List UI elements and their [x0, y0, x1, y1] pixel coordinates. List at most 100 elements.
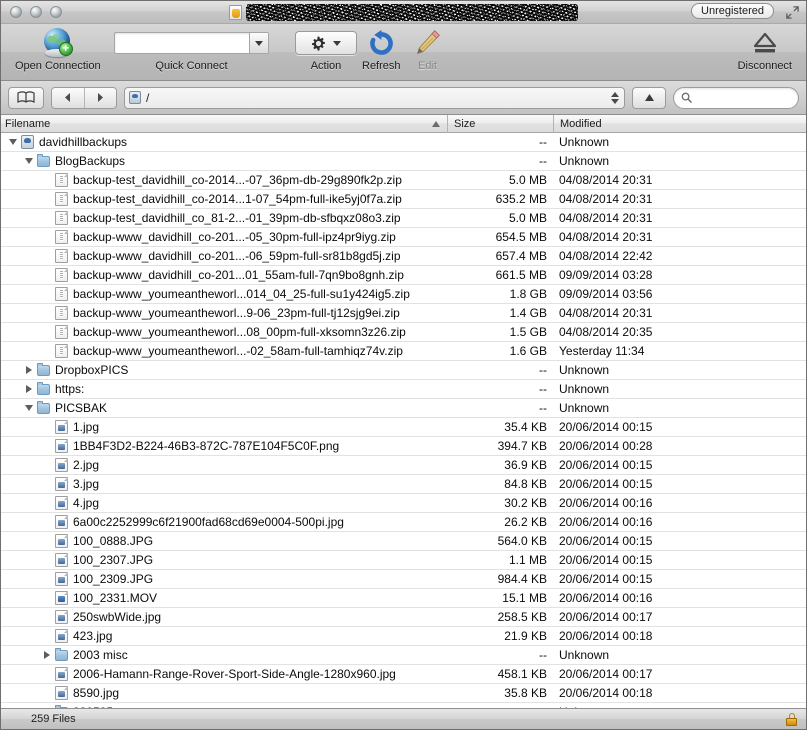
table-row[interactable]: 1BB4F3D2-B224-46B3-872C-787E104F5C0F.png…	[1, 437, 806, 456]
triangle-right-icon	[43, 651, 50, 659]
table-row[interactable]: 100_0888.JPG 564.0 KB 20/06/2014 00:15	[1, 532, 806, 551]
file-modified-cell: 04/08/2014 20:31	[559, 173, 653, 187]
minimize-button[interactable]	[30, 6, 42, 18]
action-button[interactable]: Action	[295, 27, 357, 72]
path-field[interactable]: /	[124, 86, 625, 109]
unregistered-badge[interactable]: Unregistered	[691, 3, 774, 19]
table-row[interactable]: 3.jpg 84.8 KB 20/06/2014 00:15	[1, 475, 806, 494]
main-toolbar: + Open Connection Quick Connect Action R…	[1, 24, 806, 81]
close-button[interactable]	[10, 6, 22, 18]
table-row[interactable]: BlogBackups -- Unknown	[1, 152, 806, 171]
table-row[interactable]: DropboxPICS -- Unknown	[1, 361, 806, 380]
table-row[interactable]: backup-test_davidhill_co-2014...-07_36pm…	[1, 171, 806, 190]
table-row[interactable]: backup-test_davidhill_co_81-2...-01_39pm…	[1, 209, 806, 228]
table-row[interactable]: 4.jpg 30.2 KB 20/06/2014 00:16	[1, 494, 806, 513]
edit-button[interactable]: Edit	[413, 27, 442, 72]
disconnect-button[interactable]: Disconnect	[738, 27, 792, 72]
table-row[interactable]: backup-www_youmeantheworl...014_04_25-fu…	[1, 285, 806, 304]
table-row[interactable]: 423.jpg 21.9 KB 20/06/2014 00:18	[1, 627, 806, 646]
image-file-icon	[55, 420, 68, 434]
file-size-cell: --	[539, 382, 547, 396]
file-list[interactable]: davidhillbackups -- Unknown BlogBackups -- Un…	[1, 133, 806, 708]
triangle-down-icon	[24, 405, 33, 411]
window-titlebar: Unregistered	[1, 1, 806, 24]
file-modified-cell: 04/08/2014 20:31	[559, 230, 653, 244]
file-size-cell: 1.6 GB	[509, 344, 547, 358]
table-row[interactable]: backup-www_youmeantheworl...-02_58am-ful…	[1, 342, 806, 361]
file-size-cell: 657.4 MB	[495, 249, 547, 263]
table-row[interactable]: https: -- Unknown	[1, 380, 806, 399]
table-row[interactable]: backup-www_davidhill_co-201...-06_59pm-f…	[1, 247, 806, 266]
table-row[interactable]: 880505 --Unknown	[1, 703, 806, 708]
open-connection-icon: +	[43, 27, 73, 59]
gear-icon	[312, 36, 325, 50]
forward-button[interactable]	[85, 88, 117, 108]
server-icon	[129, 91, 141, 104]
path-text: /	[146, 90, 150, 105]
disclosure-triangle-closed-icon[interactable]	[41, 707, 52, 709]
table-row[interactable]: 250swbWide.jpg 258.5 KB 20/06/2014 00:17	[1, 608, 806, 627]
quick-connect-input[interactable]	[114, 32, 269, 54]
refresh-button[interactable]: Refresh	[362, 27, 401, 72]
back-button[interactable]	[52, 87, 85, 108]
disclosure-triangle-closed-icon[interactable]	[41, 650, 52, 661]
file-name-cell: 880505	[1, 705, 447, 708]
file-name-label: backup-test_davidhill_co-2014...-07_36pm…	[73, 173, 402, 187]
file-name-cell: BlogBackups	[1, 154, 447, 168]
file-name-cell: backup-test_davidhill_co_81-2...-01_39pm…	[1, 211, 447, 225]
table-row[interactable]: 8590.jpg 35.8 KB 20/06/2014 00:18	[1, 684, 806, 703]
file-name-cell: 3.jpg	[1, 477, 447, 491]
disclosure-triangle-open-icon[interactable]	[23, 403, 34, 414]
table-row[interactable]: davidhillbackups -- Unknown	[1, 133, 806, 152]
fullscreen-icon[interactable]	[785, 5, 800, 20]
table-row[interactable]: 2003 misc -- Unknown	[1, 646, 806, 665]
table-row[interactable]: 100_2307.JPG 1.1 MB 20/06/2014 00:15	[1, 551, 806, 570]
table-row[interactable]: backup-www_youmeantheworl...9-06_23pm-fu…	[1, 304, 806, 323]
file-name-label: 4.jpg	[73, 496, 100, 510]
search-field[interactable]	[673, 86, 799, 109]
table-row[interactable]: 100_2331.MOV 15.1 MB 20/06/2014 00:16	[1, 589, 806, 608]
file-modified-cell: 04/08/2014 20:35	[559, 325, 653, 339]
table-row[interactable]: 1.jpg 35.4 KB 20/06/2014 00:15	[1, 418, 806, 437]
disclosure-triangle-closed-icon[interactable]	[23, 365, 34, 376]
table-row[interactable]: backup-www_youmeantheworl...08_00pm-full…	[1, 323, 806, 342]
file-name-label: 3.jpg	[73, 477, 100, 491]
column-header-modified[interactable]: Modified	[553, 114, 806, 133]
quick-connect-dropdown-button[interactable]	[249, 33, 268, 53]
table-row[interactable]: 2006-Hamann-Range-Rover-Sport-Side-Angle…	[1, 665, 806, 684]
image-file-icon	[55, 667, 68, 681]
folder-icon	[37, 401, 50, 414]
refresh-label: Refresh	[362, 60, 401, 72]
file-name-label: 100_2331.MOV	[73, 591, 158, 605]
search-input[interactable]	[696, 89, 792, 106]
table-row[interactable]: backup-www_davidhill_co-201...-05_30pm-f…	[1, 228, 806, 247]
column-header-filename[interactable]: Filename	[1, 115, 447, 133]
bookmarks-button[interactable]	[8, 86, 44, 109]
file-size-cell: --	[539, 154, 547, 168]
chevron-right-icon	[97, 93, 103, 102]
column-header-size[interactable]: Size	[447, 114, 553, 133]
file-size-cell: --	[539, 648, 547, 662]
go-up-button[interactable]	[632, 86, 666, 109]
path-stepper[interactable]	[608, 90, 621, 106]
table-row[interactable]: backup-www_davidhill_co-201...01_55am-fu…	[1, 266, 806, 285]
disclosure-triangle-closed-icon[interactable]	[23, 384, 34, 395]
quick-connect-label: Quick Connect	[155, 60, 228, 72]
stepper-down-icon	[610, 98, 619, 104]
disclosure-triangle-open-icon[interactable]	[23, 156, 34, 167]
window-controls	[10, 6, 62, 18]
table-row[interactable]: 2.jpg 36.9 KB 20/06/2014 00:15	[1, 456, 806, 475]
chevron-left-icon	[65, 93, 71, 102]
table-row[interactable]: 100_2309.JPG 984.4 KB 20/06/2014 00:15	[1, 570, 806, 589]
zoom-button[interactable]	[50, 6, 62, 18]
quick-connect-group: Quick Connect	[114, 27, 269, 72]
disclosure-triangle-open-icon[interactable]	[7, 137, 18, 148]
file-name-cell: davidhillbackups	[1, 135, 447, 149]
table-row[interactable]: 6a00c2252999c6f21900fad68cd69e0004-500pi…	[1, 513, 806, 532]
open-connection-button[interactable]: + Open Connection	[15, 27, 101, 72]
zip-file-icon	[55, 173, 68, 187]
table-row[interactable]: PICSBAK -- Unknown	[1, 399, 806, 418]
table-row[interactable]: backup-test_davidhill_co-2014...1-07_54p…	[1, 190, 806, 209]
column-header-modified-label: Modified	[560, 117, 602, 130]
file-name-label: 100_2309.JPG	[73, 572, 154, 586]
